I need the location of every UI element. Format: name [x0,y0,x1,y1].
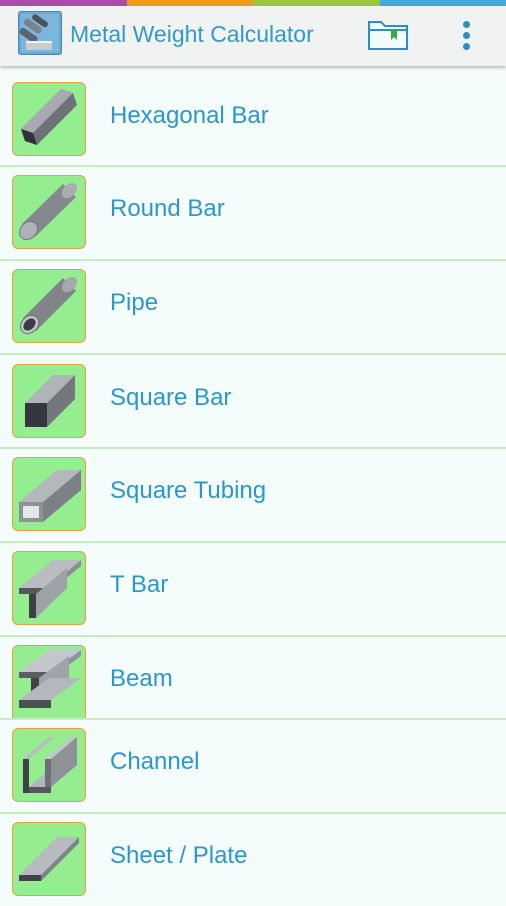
list-item-t-bar[interactable]: T Bar [0,543,506,637]
list-item-label: Channel [110,748,199,776]
beam-icon [12,645,86,718]
t-bar-icon [12,551,86,625]
square-bar-icon [12,364,86,438]
overflow-dot [463,21,470,28]
metal-bars-app-icon[interactable] [18,11,62,55]
folder-icon[interactable] [366,16,410,52]
list-item-label: Round Bar [110,195,225,223]
list-item-label: Pipe [110,289,158,317]
list-item-label: T Bar [110,571,168,599]
overflow-dot [463,32,470,39]
pipe-icon [12,269,86,343]
list-item-square-bar[interactable]: Square Bar [0,355,506,449]
overflow-menu-icon[interactable] [456,16,478,56]
hexagonal-bar-icon [12,82,86,156]
app-bar: Metal Weight Calculator [0,6,506,66]
list-item-sheet-plate[interactable]: Sheet / Plate [0,814,506,906]
list-item-pipe[interactable]: Pipe [0,261,506,355]
list-item-beam[interactable]: Beam [0,637,506,720]
square-tubing-icon [12,457,86,531]
list-item-label: Hexagonal Bar [110,102,269,130]
app-title: Metal Weight Calculator [70,21,314,48]
list-item-label: Square Bar [110,384,231,412]
overflow-dot [463,43,470,50]
list-item-square-tubing[interactable]: Square Tubing [0,449,506,543]
list-item-label: Sheet / Plate [110,842,247,870]
list-item-hexagonal-bar[interactable]: Hexagonal Bar [0,72,506,167]
list-item-label: Beam [110,665,173,693]
list-item-round-bar[interactable]: Round Bar [0,167,506,261]
sheet-plate-icon [12,822,86,896]
list-item-label: Square Tubing [110,477,266,505]
round-bar-icon [12,175,86,249]
channel-icon [12,728,86,802]
list-item-channel[interactable]: Channel [0,720,506,814]
